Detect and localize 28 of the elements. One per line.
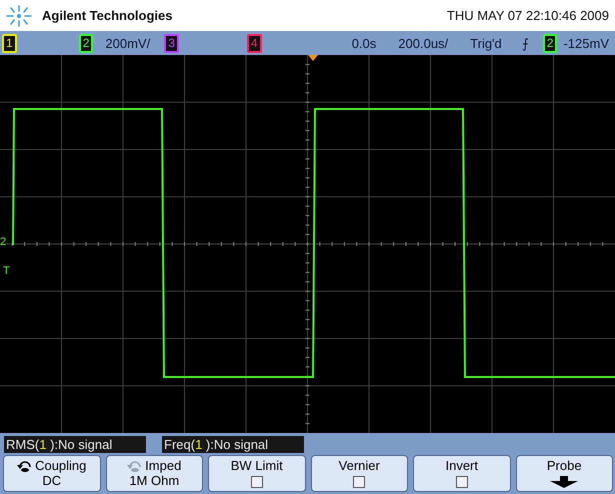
softkey[interactable]: Invert [413,455,510,492]
channel-badge[interactable]: 2 [542,34,558,52]
status-text: 200mV/ [105,36,150,50]
ground-marker: 2 [0,236,6,248]
status-text: 0.0s [352,36,376,50]
logo-icon [4,4,34,28]
channel-badge[interactable]: 2 [78,34,94,52]
channel-badge[interactable]: 1 [2,34,17,52]
softkey[interactable]: Imped 1M Ohm [106,455,203,492]
down-arrow-icon [550,476,578,488]
brand-name: Agilent Technologies [42,8,172,23]
softkey[interactable]: Probe [516,455,613,492]
softkey[interactable]: BW Limit [208,455,306,492]
status-text: ⨍ [522,36,529,50]
checkbox[interactable] [250,476,263,488]
status-text: Trig'd [470,36,502,50]
measurement-readout: RMS(1 ):No signal [4,436,146,452]
measurement-readout: Freq(1 ):No signal [162,436,304,452]
status-text: -125mV [562,36,609,50]
status-text: 200.0us/ [398,36,448,50]
channel-badge[interactable]: 4 [246,34,262,52]
softkey[interactable]: Vernier [310,455,408,492]
trigger-level-marker: T [3,265,10,277]
checkbox[interactable] [353,476,366,488]
checkbox[interactable] [456,476,468,488]
softkey[interactable]: Coupling DC [3,455,100,492]
date-time: THU MAY 07 22:10:46 2009 [446,8,609,23]
channel-badge[interactable]: 3 [164,34,179,52]
